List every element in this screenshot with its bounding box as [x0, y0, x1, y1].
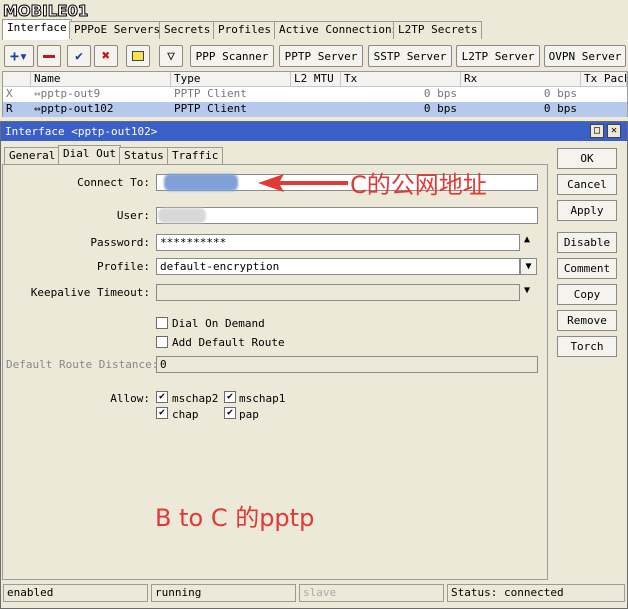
ok-button[interactable]: OK — [557, 148, 617, 169]
remove-button[interactable] — [37, 45, 61, 67]
status-running: running — [151, 584, 296, 602]
close-button[interactable]: ✕ — [607, 124, 621, 138]
col-type[interactable]: Type — [171, 72, 291, 87]
expand-arrow-icon[interactable]: ▼ — [524, 285, 530, 296]
col-rx[interactable]: Rx — [461, 72, 581, 87]
enable-check-icon: ✔ — [75, 48, 83, 64]
svg-text:MOBILE01: MOBILE01 — [3, 2, 88, 20]
row-type: PPTP Client — [174, 87, 247, 100]
tab-status[interactable]: Status — [119, 147, 169, 164]
add-icon: +▾ — [9, 47, 29, 65]
add-default-route-checkbox[interactable] — [156, 336, 168, 348]
torch-button[interactable]: Torch — [557, 336, 617, 357]
col-flag — [3, 72, 31, 87]
col-l2mtu[interactable]: L2 MTU — [291, 72, 341, 87]
tab-l2tp-secrets[interactable]: L2TP Secrets — [393, 21, 483, 39]
interface-table: Name Type L2 MTU Tx Rx Tx Packe X ⇔pptp-… — [2, 71, 628, 117]
pptp-interface-icon: ⇔ — [34, 102, 41, 115]
dial-on-demand-label: Dial On Demand — [172, 317, 265, 330]
annotation-public-address: C的公网地址 — [350, 171, 487, 199]
mschap1-label: mschap1 — [239, 392, 286, 405]
tab-interface[interactable]: Interface — [2, 19, 72, 40]
l2tp-server-button[interactable]: L2TP Server — [456, 45, 540, 67]
mschap2-checkbox[interactable]: ✔ — [156, 391, 168, 403]
status-slave: slave — [299, 584, 444, 602]
pap-label: pap — [239, 408, 259, 421]
row-rx: 0 bps — [543, 87, 577, 100]
comment-button[interactable]: Comment — [557, 258, 617, 279]
password-label: Password: — [90, 236, 150, 249]
apply-button[interactable]: Apply — [557, 200, 617, 221]
tab-secrets[interactable]: Secrets — [159, 21, 216, 39]
cancel-button[interactable]: Cancel — [557, 174, 617, 195]
pptp-server-button[interactable]: PPTP Server — [279, 45, 363, 67]
annotation-b-to-c: B to C 的pptp — [155, 504, 315, 532]
password-field[interactable]: ********** — [156, 234, 520, 251]
tab-traffic[interactable]: Traffic — [167, 147, 224, 164]
keepalive-label: Keepalive Timeout: — [30, 286, 150, 299]
profile-label: Profile: — [97, 260, 150, 273]
user-label: User: — [116, 209, 150, 222]
dial-on-demand-checkbox[interactable] — [156, 317, 168, 329]
col-name[interactable]: Name — [31, 72, 171, 87]
mschap1-checkbox[interactable]: ✔ — [224, 391, 236, 403]
add-button[interactable]: +▾ — [4, 45, 34, 67]
user-field[interactable] — [156, 207, 538, 224]
annotation-arrow-icon — [258, 174, 348, 192]
ppp-scanner-button[interactable]: PPP Scanner — [190, 45, 274, 67]
dropdown-arrow-icon[interactable]: ▼ — [520, 258, 537, 275]
mschap2-label: mschap2 — [172, 392, 219, 405]
row-flag: R — [6, 102, 13, 115]
pap-checkbox[interactable]: ✔ — [224, 407, 236, 419]
tab-general[interactable]: General — [4, 147, 61, 164]
ovpn-server-button[interactable]: OVPN Server — [544, 45, 626, 67]
enable-button[interactable]: ✔ — [67, 45, 91, 67]
pptp-interface-icon: ⇔ — [34, 87, 41, 100]
row-name: ⇔pptp-out102 — [34, 102, 114, 115]
tab-active-connections[interactable]: Active Connections — [274, 21, 404, 39]
chap-label: chap — [172, 408, 199, 421]
redacted-address — [164, 174, 238, 191]
tab-dial-out[interactable]: Dial Out — [58, 145, 121, 165]
comment-button[interactable] — [126, 45, 150, 67]
disable-button[interactable]: Disable — [557, 232, 617, 253]
route-distance-label: Default Route Distance: — [6, 358, 159, 371]
sstp-server-button[interactable]: SSTP Server — [368, 45, 452, 67]
row-flag: X — [6, 87, 13, 100]
maximize-button[interactable]: □ — [590, 124, 604, 138]
row-tx: 0 bps — [423, 102, 457, 115]
row-rx: 0 bps — [543, 102, 577, 115]
row-type: PPTP Client — [174, 102, 247, 115]
logo: MOBILE01 — [2, 1, 126, 21]
keepalive-field[interactable] — [156, 284, 520, 301]
col-tx[interactable]: Tx — [341, 72, 461, 87]
col-tx-packets[interactable]: Tx Packe — [581, 72, 627, 87]
close-icon: ✕ — [610, 125, 618, 136]
tab-pppoe-servers[interactable]: PPPoE Servers — [69, 21, 166, 39]
remove-icon — [43, 54, 55, 58]
chap-checkbox[interactable]: ✔ — [156, 407, 168, 419]
add-default-route-label: Add Default Route — [172, 336, 285, 349]
collapse-arrow-icon[interactable]: ▲ — [524, 234, 530, 245]
status-enabled: enabled — [3, 584, 148, 602]
row-name: ⇔pptp-out9 — [34, 87, 101, 100]
tab-profiles[interactable]: Profiles — [213, 21, 276, 39]
disable-x-icon: ✖ — [101, 48, 111, 64]
filter-button[interactable]: ▽ — [159, 45, 183, 67]
profile-select[interactable]: default-encryption — [156, 258, 520, 275]
row-tx: 0 bps — [423, 87, 457, 100]
disable-button[interactable]: ✖ — [94, 45, 118, 67]
route-distance-field[interactable]: 0 — [156, 356, 538, 373]
status-connection: Status: connected — [447, 584, 625, 602]
filter-icon: ▽ — [167, 48, 175, 64]
allow-label: Allow: — [110, 392, 150, 405]
dialog-title[interactable]: Interface <pptp-out102> — [1, 122, 627, 141]
redacted-user — [158, 208, 206, 223]
connect-to-label: Connect To: — [77, 176, 150, 189]
mobile01-logo: MOBILE01 — [3, 2, 89, 21]
comment-icon — [132, 51, 144, 61]
remove-button[interactable]: Remove — [557, 310, 617, 331]
maximize-icon: □ — [593, 125, 601, 136]
copy-button[interactable]: Copy — [557, 284, 617, 305]
